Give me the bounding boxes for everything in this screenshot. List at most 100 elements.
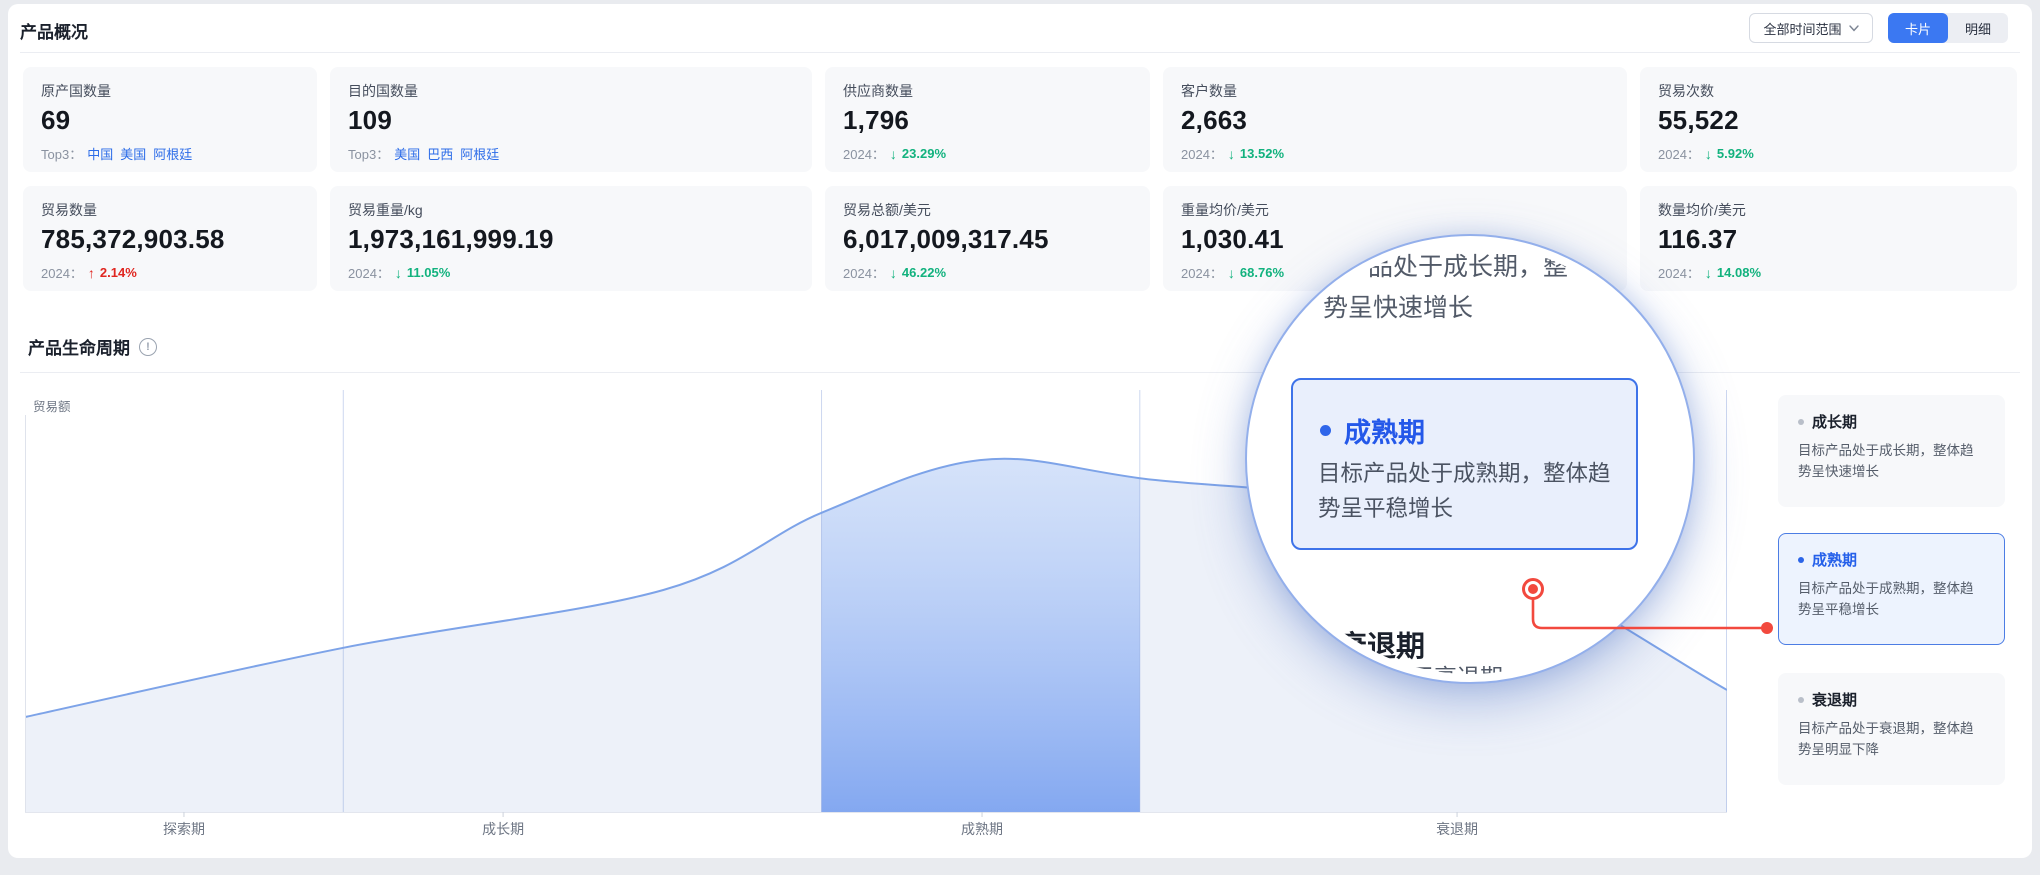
stat-card-label: 供应商数量 xyxy=(843,81,1132,101)
stat-card-value: 69 xyxy=(41,105,299,136)
stat-card: 贸易重量/kg1,973,161,999.192024：↓11.05% xyxy=(330,186,812,291)
stat-card-label: 客户数量 xyxy=(1181,81,1609,101)
trend-down-icon: ↓ xyxy=(890,146,897,162)
stat-card-value: 116.37 xyxy=(1658,224,1999,255)
stat-card-value: 1,973,161,999.19 xyxy=(348,224,794,255)
top3-country-link[interactable]: 美国 xyxy=(120,144,146,163)
trend-percentage: 68.76% xyxy=(1240,265,1284,280)
trend-percentage: 5.92% xyxy=(1717,146,1754,161)
meta-prefix: 2024： xyxy=(843,144,885,163)
stat-card-grid: 原产国数量69Top3：中国美国阿根廷目的国数量109Top3：美国巴西阿根廷供… xyxy=(23,67,2017,291)
lifecycle-title-text: 产品生命周期 xyxy=(28,334,130,359)
trend-down-icon: ↓ xyxy=(1705,265,1712,281)
top3-country-link[interactable]: 阿根廷 xyxy=(153,144,192,163)
meta-prefix: 2024： xyxy=(843,263,885,282)
stat-card-value: 2,663 xyxy=(1181,105,1609,136)
page-title: 产品概况 xyxy=(20,18,88,43)
legend-phase-title: 衰退期 xyxy=(1812,689,1857,710)
stat-card: 贸易次数55,5222024：↓5.92% xyxy=(1640,67,2017,172)
meta-prefix: 2024： xyxy=(1181,263,1223,282)
x-axis-label: 成熟期 xyxy=(961,821,1003,837)
legend-phase-desc: 目标产品处于成熟期，整体趋势呈平稳增长 xyxy=(1798,578,1984,620)
magnified-maturity-card: 成熟期 目标产品处于成熟期，整体趋 势呈平稳增长 xyxy=(1291,378,1638,550)
magnified-growth-text: 品处于成长期，整 xyxy=(1368,247,1568,283)
red-connector-line xyxy=(1525,598,1777,638)
trend-percentage: 14.08% xyxy=(1717,265,1761,280)
stat-card-label: 原产国数量 xyxy=(41,81,299,101)
time-range-select[interactable]: 全部时间范围 xyxy=(1749,13,1873,43)
legend-card-maturity[interactable]: 成熟期目标产品处于成熟期，整体趋势呈平稳增长 xyxy=(1778,533,2005,645)
stat-card-meta: Top3： 美国巴西阿根廷 xyxy=(348,144,794,163)
stat-card-value: 55,522 xyxy=(1658,105,1999,136)
meta-prefix: Top3： xyxy=(348,144,389,163)
meta-prefix: 2024： xyxy=(41,263,83,282)
trend-percentage: 46.22% xyxy=(902,265,946,280)
legend-phase-desc: 目标产品处于衰退期，整体趋势呈明显下降 xyxy=(1798,718,1984,760)
stat-card-meta: 2024： ↓ 14.08% xyxy=(1658,263,1999,282)
stat-card-meta: Top3： 中国美国阿根廷 xyxy=(41,144,299,163)
trend-percentage: 11.05% xyxy=(407,265,450,280)
info-icon[interactable]: ! xyxy=(139,338,157,356)
meta-prefix: Top3： xyxy=(41,144,82,163)
connector-end-dot xyxy=(1761,622,1773,634)
bullet-icon xyxy=(1798,697,1804,703)
stat-card-value: 109 xyxy=(348,105,794,136)
trend-down-icon: ↓ xyxy=(890,265,897,281)
target-marker-icon xyxy=(1522,578,1544,600)
meta-prefix: 2024： xyxy=(1658,263,1700,282)
stat-card: 原产国数量 69 Top3： 中国美国阿根廷 xyxy=(23,67,317,172)
trend-percentage: 23.29% xyxy=(902,146,946,161)
chevron-down-icon xyxy=(1849,25,1859,32)
view-toggle-card[interactable]: 卡片 xyxy=(1888,13,1948,43)
lifecycle-divider xyxy=(20,372,2020,373)
trend-down-icon: ↓ xyxy=(1705,146,1712,162)
stat-card-label: 数量均价/美元 xyxy=(1658,200,1999,220)
maturity-highlight-region xyxy=(822,390,1140,812)
stat-card-value: 6,017,009,317.45 xyxy=(843,224,1132,255)
view-toggle: 卡片 明细 xyxy=(1888,13,2008,43)
magnified-maturity-title: 成熟期 xyxy=(1344,411,1425,450)
magnified-growth-text: 势呈快速增长 xyxy=(1323,288,1473,324)
top3-country-link[interactable]: 阿根廷 xyxy=(460,144,499,163)
magnified-decline-text: 处于衰退期 xyxy=(1388,658,1503,674)
stat-card: 目的国数量 109 Top3： 美国巴西阿根廷 xyxy=(330,67,812,172)
stat-card-meta: 2024：↓5.92% xyxy=(1658,144,1999,163)
trend-percentage: 13.52% xyxy=(1240,146,1284,161)
stat-card: 贸易总额/美元 6,017,009,317.45 2024： ↓ 46.22% xyxy=(825,186,1150,291)
lifecycle-section-title: 产品生命周期 ! xyxy=(28,334,157,359)
stat-card: 数量均价/美元 116.37 2024： ↓ 14.08% xyxy=(1640,186,2017,291)
top3-country-link[interactable]: 美国 xyxy=(394,144,420,163)
stat-card-meta: 2024：↑2.14% xyxy=(41,263,299,282)
top3-country-link[interactable]: 巴西 xyxy=(427,144,453,163)
time-range-label: 全部时间范围 xyxy=(1763,19,1841,38)
legend-phase-desc: 目标产品处于成长期，整体趋势呈快速增长 xyxy=(1798,440,1984,482)
stat-card-meta: 2024：↓11.05% xyxy=(348,263,794,282)
stat-card: 客户数量 2,663 2024： ↓ 13.52% xyxy=(1163,67,1627,172)
stat-card-value: 1,796 xyxy=(843,105,1132,136)
stat-card: 供应商数量 1,796 2024： ↓ 23.29% xyxy=(825,67,1150,172)
trend-down-icon: ↓ xyxy=(395,265,402,281)
legend-phase-title: 成熟期 xyxy=(1812,549,1857,570)
legend-card-decline[interactable]: 衰退期目标产品处于衰退期，整体趋势呈明显下降 xyxy=(1778,673,2005,785)
stat-card-meta: 2024： ↓ 23.29% xyxy=(843,144,1132,163)
view-toggle-detail[interactable]: 明细 xyxy=(1948,13,2008,43)
trend-down-icon: ↓ xyxy=(1228,265,1235,281)
trend-down-icon: ↓ xyxy=(1228,146,1235,162)
stat-card-label: 目的国数量 xyxy=(348,81,794,101)
dashboard-panel: 产品概况 全部时间范围 卡片 明细 原产国数量69Top3：中国美国阿根廷目的国… xyxy=(8,4,2032,858)
stat-card-label: 重量均价/美元 xyxy=(1181,200,1609,220)
stat-card-meta: 2024： ↓ 13.52% xyxy=(1181,144,1609,163)
top3-country-link[interactable]: 中国 xyxy=(87,144,113,163)
stat-card-meta: 2024： ↓ 46.22% xyxy=(843,263,1132,282)
bullet-icon xyxy=(1320,425,1331,436)
bullet-icon xyxy=(1798,419,1804,425)
stat-card-value: 785,372,903.58 xyxy=(41,224,299,255)
legend-card-growth[interactable]: 成长期目标产品处于成长期，整体趋势呈快速增长 xyxy=(1778,395,2005,507)
x-axis-label: 探索期 xyxy=(163,821,205,837)
stat-card-label: 贸易总额/美元 xyxy=(843,200,1132,220)
bullet-icon xyxy=(1798,557,1804,563)
stat-card-label: 贸易数量 xyxy=(41,200,299,220)
x-axis-label: 成长期 xyxy=(482,821,524,837)
magnified-maturity-title-row: 成熟期 xyxy=(1320,411,1425,450)
meta-prefix: 2024： xyxy=(1181,144,1223,163)
